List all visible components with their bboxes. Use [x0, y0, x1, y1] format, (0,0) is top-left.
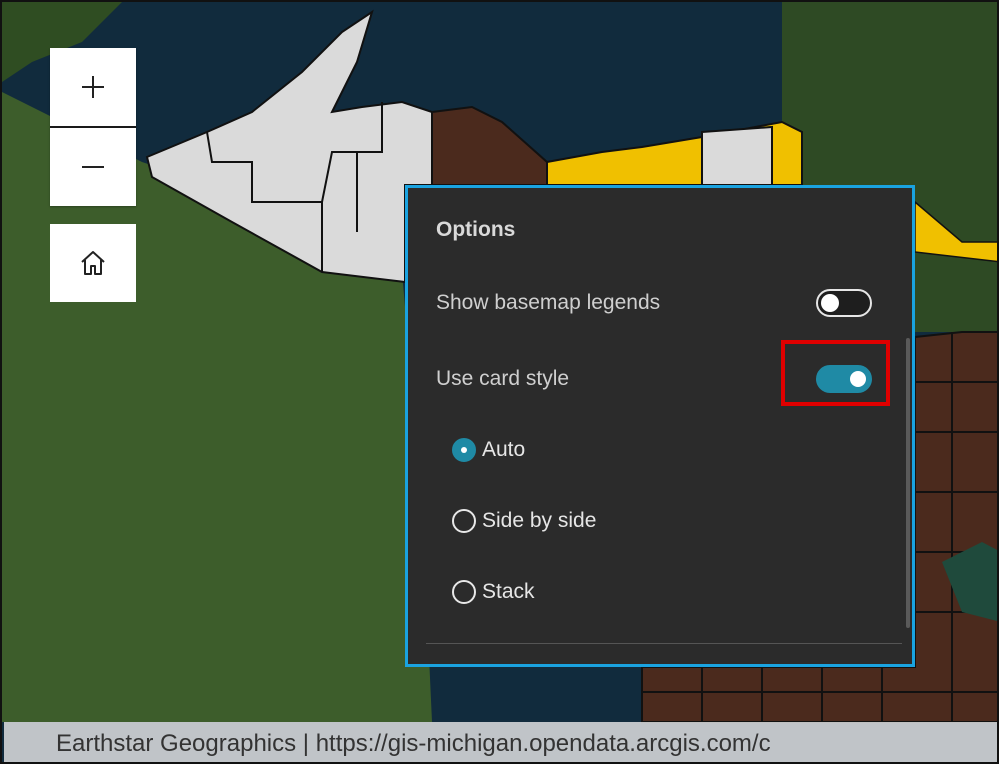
attribution-text[interactable]: Earthstar Geographics | https://gis-mich… [56, 730, 771, 758]
options-panel: Options Show basemap legends Use card st… [405, 185, 915, 667]
plus-icon [82, 76, 104, 98]
panel-divider [426, 643, 902, 644]
toggle-knob [850, 371, 866, 387]
radio-stack[interactable]: Stack [452, 580, 535, 604]
panel-title: Options [436, 218, 516, 241]
map-frame: Options Show basemap legends Use card st… [0, 0, 999, 764]
radio-checked-icon [452, 438, 476, 462]
radio-unchecked-icon [452, 509, 476, 533]
zoom-controls [50, 48, 136, 206]
radio-side-by-side[interactable]: Side by side [452, 509, 596, 533]
county-yellow-white [701, 125, 773, 186]
zoom-in-button[interactable] [50, 48, 136, 126]
map-attribution: Earthstar Geographics | https://gis-mich… [4, 722, 997, 762]
zoom-out-button[interactable] [50, 126, 136, 206]
radio-auto-label: Auto [482, 438, 526, 461]
show-basemap-legends-label: Show basemap legends [436, 291, 661, 314]
radio-stack-label: Stack [482, 580, 535, 603]
home-icon [81, 251, 105, 275]
use-card-style-label: Use card style [436, 367, 570, 390]
use-card-style-toggle[interactable] [816, 365, 872, 393]
radio-side-by-side-label: Side by side [482, 509, 597, 532]
panel-scrollbar[interactable] [906, 338, 910, 628]
show-basemap-legends-toggle[interactable] [816, 289, 872, 317]
toggle-knob [821, 294, 839, 312]
minus-icon [82, 166, 104, 168]
radio-auto[interactable]: Auto [452, 438, 525, 462]
home-button[interactable] [50, 224, 136, 302]
radio-unchecked-icon [452, 580, 476, 604]
